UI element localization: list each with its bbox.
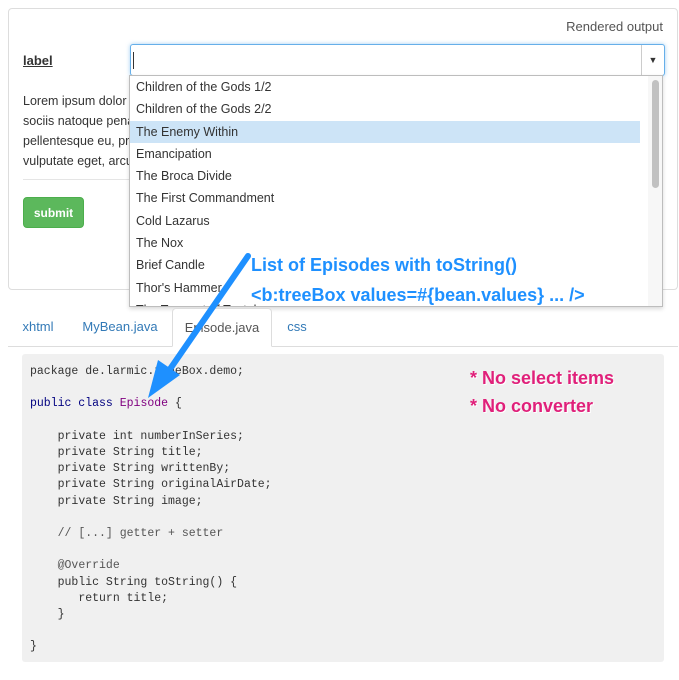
code-class-keyword: public class: [30, 397, 113, 411]
code-annotation: @Override: [57, 559, 120, 573]
list-item[interactable]: Children of the Gods 2/2: [130, 98, 640, 120]
list-item[interactable]: Children of the Gods 1/2: [130, 76, 640, 98]
code-package: package de.larmic.treeBox.demo;: [30, 365, 244, 378]
code-field: private int numberInSeries;: [57, 429, 244, 443]
tab-mybean[interactable]: MyBean.java: [70, 308, 170, 346]
code-return: return title;: [78, 591, 169, 605]
code-tabs: xhtml MyBean.java Episode.java css: [8, 308, 678, 347]
field-label: label: [23, 53, 53, 68]
scrollbar[interactable]: [648, 76, 662, 306]
list-item[interactable]: The Nox: [130, 232, 640, 254]
annotation-blue-line2: <b:treeBox values=#{bean.values} ... />: [251, 285, 585, 305]
list-item[interactable]: The Broca Divide: [130, 165, 640, 187]
code-class-name: Episode: [119, 397, 169, 411]
rendered-output-caption: Rendered output: [566, 19, 663, 34]
scrollbar-thumb[interactable]: [652, 80, 659, 188]
lorem-line: Lorem ipsum dolor: [23, 94, 127, 108]
annotation-blue-line1: List of Episodes with toString(): [251, 255, 517, 275]
treebox-input[interactable]: ▼: [130, 44, 665, 76]
lorem-line: sociis natoque pena: [23, 114, 133, 128]
code-field: private String title;: [57, 446, 203, 460]
lorem-text: Lorem ipsum dolor sociis natoque pena pe…: [23, 91, 133, 171]
code-field: private String originalAirDate;: [57, 478, 272, 492]
text-caret: [133, 52, 134, 69]
tab-episode[interactable]: Episode.java: [172, 308, 272, 347]
divider: [23, 179, 131, 180]
list-item[interactable]: Cold Lazarus: [130, 210, 640, 232]
code-method-signature: public String toString() {: [57, 575, 238, 589]
tab-css[interactable]: css: [274, 308, 320, 346]
annotation-pink-line2: * No converter: [470, 396, 594, 416]
tab-xhtml[interactable]: xhtml: [8, 308, 68, 346]
code-brace: }: [57, 608, 65, 622]
list-item-selected[interactable]: The Enemy Within: [130, 120, 640, 143]
code-field: private String writtenBy;: [57, 462, 231, 476]
chevron-down-icon[interactable]: ▼: [641, 45, 664, 75]
list-item[interactable]: Emancipation: [130, 143, 640, 165]
lorem-line: pellentesque eu, pr: [23, 134, 130, 148]
code-brace: }: [30, 640, 37, 654]
code-comment: // [...] getter + setter: [57, 527, 224, 541]
code-field: private String image;: [57, 494, 203, 508]
code-brace: {: [168, 397, 182, 411]
submit-button[interactable]: submit: [23, 197, 84, 228]
list-item[interactable]: The First Commandment: [130, 187, 640, 209]
annotation-pink-line1: * No select items: [470, 368, 615, 388]
lorem-line: vulputate eget, arcu: [23, 154, 133, 168]
